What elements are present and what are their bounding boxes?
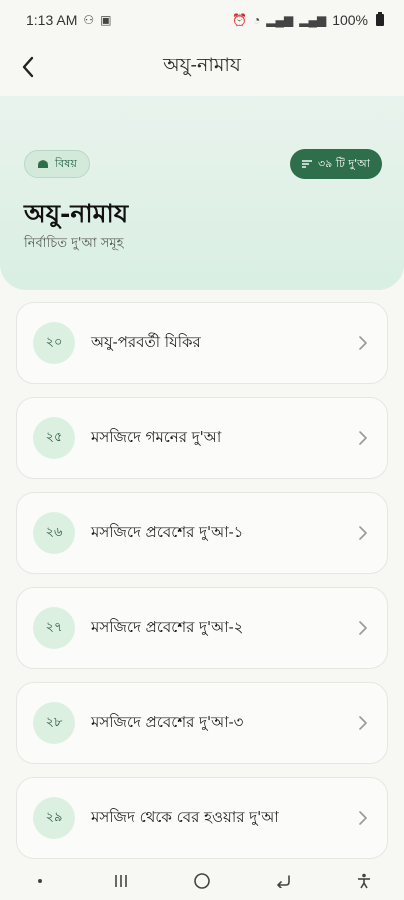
chevron-right-icon: [355, 526, 371, 540]
chevron-right-icon: [355, 811, 371, 825]
notification-icon: ⚇: [83, 13, 95, 27]
dua-number-badge: ২৮: [33, 702, 75, 744]
signal-icon-2: ▂▄▆: [299, 13, 327, 27]
back-button[interactable]: [10, 49, 46, 85]
dua-number-badge: ২৬: [33, 512, 75, 554]
status-left: 1:13 AM ⚇ ▣: [26, 12, 111, 28]
status-bar: 1:13 AM ⚇ ▣ ⏰ ◔ ▂▄▆ ▂▄▆ 100%: [0, 0, 404, 40]
list-item[interactable]: ২৮ মসজিদে প্রবেশের দু'আ-৩: [16, 682, 388, 764]
recent-apps-icon[interactable]: [101, 866, 141, 896]
list-item[interactable]: ২৫ মসজিদে গমনের দু'আ: [16, 397, 388, 479]
chevron-right-icon: [355, 716, 371, 730]
header-title: অযু-নামায: [24, 199, 129, 228]
list-item[interactable]: ২০ অযু-পরবর্তী যিকির: [16, 302, 388, 384]
dua-title: অযু-পরবর্তী যিকির: [91, 332, 201, 351]
battery-icon: [376, 12, 384, 26]
system-nav-bar: [0, 862, 404, 900]
chevron-right-icon: [355, 336, 371, 350]
topic-chip-label: বিষয়: [55, 156, 77, 170]
dua-count-pill[interactable]: ৩৯ টি দু'আ: [289, 149, 382, 179]
chevron-right-icon: [355, 431, 371, 445]
status-time: 1:13 AM: [26, 12, 78, 28]
dua-list: ২০ অযু-পরবর্তী যিকির ২৫ মসজিদে গমনের দু'…: [16, 302, 388, 872]
mosque-icon: [38, 160, 48, 168]
header-subtitle: নির্বাচিত দু'আ সমূহ: [24, 236, 124, 251]
calendar-icon: ▣: [100, 13, 112, 27]
dua-number-badge: ২৭: [33, 607, 75, 649]
page-title: অযু-নামায: [163, 54, 241, 76]
list-item[interactable]: ২৯ মসজিদ থেকে বের হওয়ার দু'আ: [16, 777, 388, 859]
dua-number-badge: ২৫: [33, 417, 75, 459]
topic-chip[interactable]: বিষয়: [24, 150, 90, 178]
dua-title: মসজিদে প্রবেশের দু'আ-৩: [91, 712, 244, 731]
dua-title: মসজিদে প্রবেশের দু'আ-১: [91, 522, 244, 541]
dua-number-badge: ২০: [33, 322, 75, 364]
status-right: ⏰ ◔ ▂▄▆ ▂▄▆ 100%: [232, 12, 384, 28]
dua-number-badge: ২৯: [33, 797, 75, 839]
dua-title: মসজিদ থেকে বের হওয়ার দু'আ: [91, 807, 279, 826]
dua-title: মসজিদে প্রবেশের দু'আ-২: [91, 617, 244, 636]
home-icon[interactable]: [182, 866, 222, 896]
list-item[interactable]: ২৬ মসজিদে প্রবেশের দু'আ-১: [16, 492, 388, 574]
dua-count-label: ৩৯ টি দু'আ: [317, 156, 370, 170]
wifi-icon: ◔: [253, 13, 261, 27]
chevron-right-icon: [355, 621, 371, 635]
back-arrow-icon: [22, 56, 34, 78]
header-card: বিষয় ৩৯ টি দু'আ অযু-নামায নির্বাচিত দু'…: [0, 96, 404, 290]
signal-icon: ▂▄▆: [266, 13, 294, 27]
list-icon: [301, 160, 312, 168]
nav-dot-icon[interactable]: [20, 866, 60, 896]
list-item[interactable]: ২৭ মসজিদে প্রবেশের দু'আ-২: [16, 587, 388, 669]
battery-percent: 100%: [332, 12, 368, 28]
dua-title: মসজিদে গমনের দু'আ: [91, 427, 222, 446]
app-bar: অযু-নামায: [0, 40, 404, 94]
back-nav-icon[interactable]: [263, 866, 303, 896]
alarm-icon: ⏰: [232, 13, 247, 27]
accessibility-icon[interactable]: [344, 866, 384, 896]
